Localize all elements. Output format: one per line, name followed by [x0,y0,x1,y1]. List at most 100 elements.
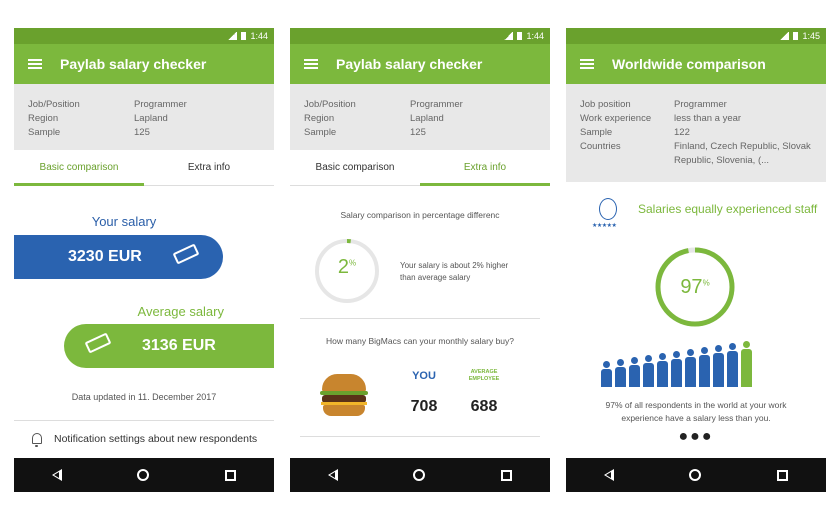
screen-worldwide-comparison: 1:45 Worldwide comparison Job position Pr… [566,28,826,492]
info-value: Programmer [410,99,463,110]
nav-bar [290,458,550,492]
info-key: Region [304,113,335,124]
back-icon[interactable] [603,469,614,481]
you-label: YOU [412,370,436,382]
burger-icon [320,374,368,418]
info-key: Work experience [580,113,652,124]
info-panel: Job position Programmer Work experience le… [566,84,826,182]
tab-bar: Basic comparison Extra info [290,150,550,186]
divider [300,436,540,437]
experience-title: Salaries equally experienced staff [638,202,818,216]
info-value: 125 [134,127,150,138]
status-time: 1:44 [526,31,544,41]
app-title: Paylab salary checker [336,56,483,72]
info-key: Sample [304,127,337,138]
data-updated-text: Data updated in 11. December 2017 [71,392,217,402]
info-key: Job/Position [28,99,80,110]
home-icon[interactable] [413,469,426,481]
experience-percent: 97% [654,276,736,299]
info-key: Region [28,113,59,124]
app-bar: Worldwide comparison [566,44,826,84]
status-time: 1:44 [250,31,268,41]
battery-icon [241,32,247,40]
average-salary-value: 3136 EUR [142,337,216,354]
recent-apps-icon[interactable] [501,469,513,481]
nav-bar [14,458,274,492]
experience-description: 97% of all respondents in the world at y… [605,400,787,423]
average-salary-label: Average salary [137,304,224,319]
more-dots-icon[interactable]: ●●● [566,428,826,446]
home-icon[interactable] [689,469,702,481]
info-row: Work experience less than a year [580,112,812,126]
person-icon [670,351,683,387]
screen-extra-info: 1:44 Paylab salary checker Job/Position P… [290,28,550,492]
your-salary-value: 3230 EUR [68,248,142,265]
bigmac-title: How many BigMacs can your monthly salary… [325,336,515,346]
percent-description: Your salary is about 2% higher than aver… [400,261,509,282]
info-key: Job position [580,99,631,110]
info-panel: Job/Position Programmer Region Lapland Sam… [14,84,274,150]
info-value: 122 [674,127,690,138]
screen-basic-comparison: 1:44 Paylab salary checker Job/Position P… [14,28,274,492]
status-bar: 1:44 [14,28,274,44]
tab-basic-comparison[interactable]: Basic comparison [14,150,144,186]
home-icon[interactable] [137,469,150,481]
status-bar: 1:45 [566,28,826,44]
info-row: Sample 125 [28,126,260,140]
person-icon [684,349,697,387]
info-row: Region Lapland [304,112,536,126]
back-icon[interactable] [327,469,338,481]
status-time: 1:45 [802,31,820,41]
battery-icon [793,32,799,40]
experience-percent-number: 97 [680,276,703,298]
notification-settings-label: Notification settings about new responde… [54,432,258,445]
percent-value: 2% [314,256,380,279]
tab-extra-info[interactable]: Extra info [144,150,274,185]
menu-icon[interactable] [28,59,42,69]
info-key: Countries [580,141,621,152]
average-employee-label: AVERAGE EMPLOYEE [468,369,500,382]
person-icon [740,341,753,387]
tab-extra-info[interactable]: Extra info [420,150,550,186]
bell-icon [32,433,42,447]
menu-icon[interactable] [580,59,594,69]
nav-bar [566,458,826,492]
divider [300,318,540,319]
your-salary-label: Your salary [91,214,157,229]
person-icon [642,355,655,387]
info-value: Finland, Czech Republic, Slovak Republic… [674,141,811,166]
info-value: Programmer [134,99,187,110]
recent-apps-icon[interactable] [225,469,237,481]
info-key: Job/Position [304,99,356,110]
money-icon [84,332,116,355]
person-icon [726,343,739,387]
person-icon [712,345,725,387]
money-icon [172,243,204,266]
menu-icon[interactable] [304,59,318,69]
percent-number: 2 [337,256,349,278]
info-row: Sample 122 [580,126,812,140]
notification-settings-row[interactable]: Notification settings about new responde… [14,420,274,456]
info-key: Sample [580,127,613,138]
info-value: Programmer [674,99,727,110]
percent-sign: % [349,258,357,268]
percent-comparison-title: Salary comparison in percentage differen… [340,210,500,220]
experience-percent-sign: % [702,278,710,288]
info-row: Job/Position Programmer [28,98,260,112]
info-row: Job position Programmer [580,98,812,112]
info-value: Lapland [410,113,444,124]
person-icon [600,361,613,387]
app-title: Paylab salary checker [60,56,207,72]
app-title: Worldwide comparison [612,56,766,72]
signal-icon [780,32,790,40]
tab-basic-comparison[interactable]: Basic comparison [290,150,420,185]
person-icon: ★★★★★ [592,198,622,230]
people-row [600,341,753,387]
back-icon[interactable] [51,469,62,481]
info-panel: Job/Position Programmer Region Lapland Sam… [290,84,550,150]
average-salary-pill: 3136 EUR [64,324,274,368]
info-value: 125 [410,127,426,138]
status-bar: 1:44 [290,28,550,44]
recent-apps-icon[interactable] [777,469,789,481]
info-row: Region Lapland [28,112,260,126]
